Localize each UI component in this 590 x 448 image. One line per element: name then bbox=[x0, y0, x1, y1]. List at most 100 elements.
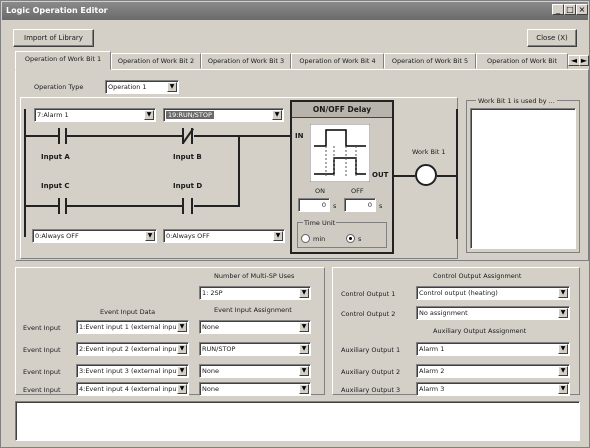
window-title: Logic Operation Editor bbox=[6, 6, 108, 15]
event-input-1-data-select[interactable]: 1:Event input 1 (external input) ▼ bbox=[76, 320, 189, 334]
time-unit-s-radio[interactable] bbox=[346, 234, 355, 243]
on-off-delay-title: ON/OFF Delay bbox=[292, 102, 392, 118]
right-power-rail bbox=[456, 109, 458, 239]
chevron-down-icon: ▼ bbox=[177, 366, 187, 376]
off-delay-input[interactable]: 0 bbox=[344, 198, 376, 212]
logic-operation-editor-window: Logic Operation Editor _ □ × Import of L… bbox=[0, 0, 590, 448]
auxiliary-output-3-label: Auxiliary Output 3 bbox=[341, 386, 401, 394]
input-a-label: Input A bbox=[41, 153, 70, 161]
chevron-down-icon: ▼ bbox=[299, 288, 309, 298]
time-unit-min-radio[interactable] bbox=[301, 234, 310, 243]
control-output-assignment-header: Control Output Assignment bbox=[433, 272, 522, 280]
minimize-button[interactable]: _ bbox=[552, 4, 564, 15]
auxiliary-output-assignment-header: Auxiliary Output Assignment bbox=[433, 327, 527, 335]
work-bit-used-by-label: Work Bit 1 is used by ... bbox=[476, 97, 557, 105]
tab-scroll-right-icon[interactable]: ► bbox=[579, 55, 589, 66]
chevron-down-icon: ▼ bbox=[177, 322, 187, 332]
event-input-2-assignment-select[interactable]: RUN/STOP ▼ bbox=[199, 342, 311, 356]
tab-work-bit-5[interactable]: Operation of Work Bit 5 bbox=[384, 53, 476, 69]
auxiliary-output-2-label: Auxiliary Output 2 bbox=[341, 368, 401, 376]
tab-work-bit-6[interactable]: Operation of Work Bit bbox=[476, 53, 568, 69]
event-input-4-assignment-select[interactable]: None ▼ bbox=[199, 382, 311, 396]
contact-c-right bbox=[65, 198, 67, 214]
output-wire-right bbox=[437, 175, 457, 177]
in-label: IN bbox=[295, 132, 304, 140]
chevron-down-icon: ▼ bbox=[558, 288, 568, 298]
off-label: OFF bbox=[351, 187, 364, 195]
rung-2-wire-c bbox=[194, 205, 239, 207]
out-label: OUT bbox=[372, 171, 389, 179]
chevron-down-icon: ▼ bbox=[558, 308, 568, 318]
chevron-down-icon: ▼ bbox=[177, 344, 187, 354]
message-area[interactable] bbox=[15, 401, 580, 441]
contact-c-left bbox=[58, 198, 60, 214]
chevron-down-icon: ▼ bbox=[299, 366, 309, 376]
on-label: ON bbox=[315, 187, 325, 195]
rung-1-wire-a bbox=[26, 135, 58, 137]
timing-chart-icon bbox=[310, 124, 370, 182]
multi-sp-select[interactable]: 1: 2SP ▼ bbox=[199, 286, 311, 300]
chevron-down-icon: ▼ bbox=[299, 384, 309, 394]
event-input-1-label: Event Input bbox=[23, 324, 61, 332]
tab-work-bit-4[interactable]: Operation of Work Bit 4 bbox=[291, 53, 384, 69]
chevron-down-icon: ▼ bbox=[144, 110, 154, 120]
output-wire-left bbox=[394, 175, 415, 177]
auxiliary-output-1-label: Auxiliary Output 1 bbox=[341, 346, 401, 354]
event-input-data-header: Event Input Data bbox=[100, 308, 156, 316]
input-b-select[interactable]: 19:RUN/STOP ▼ bbox=[163, 108, 284, 122]
time-unit-s-label: s bbox=[358, 235, 362, 243]
event-input-2-label: Event Input bbox=[23, 346, 61, 354]
chevron-down-icon: ▼ bbox=[177, 384, 187, 394]
multi-sp-label: Number of Multi-SP Uses bbox=[214, 272, 295, 280]
rung-1-wire-c bbox=[194, 135, 296, 137]
chevron-down-icon: ▼ bbox=[558, 384, 568, 394]
work-bit-used-by-list[interactable] bbox=[470, 108, 576, 249]
auxiliary-output-2-select[interactable]: Alarm 2 ▼ bbox=[416, 364, 570, 378]
chevron-down-icon: ▼ bbox=[272, 110, 282, 120]
input-c-label: Input C bbox=[41, 182, 70, 190]
input-a-select[interactable]: 7:Alarm 1 ▼ bbox=[34, 108, 156, 122]
control-output-2-label: Control Output 2 bbox=[341, 310, 396, 318]
chevron-down-icon: ▼ bbox=[558, 366, 568, 376]
chevron-down-icon: ▼ bbox=[299, 322, 309, 332]
event-input-4-data-select[interactable]: 4:Event input 4 (external input) ▼ bbox=[76, 382, 189, 396]
title-bar: Logic Operation Editor bbox=[2, 2, 588, 20]
event-input-2-data-select[interactable]: 2:Event input 2 (external input) ▼ bbox=[76, 342, 189, 356]
event-input-3-label: Event Input bbox=[23, 368, 61, 376]
close-window-button[interactable]: × bbox=[576, 4, 588, 15]
rung-1-wire-b bbox=[67, 135, 182, 137]
event-input-assignment-header: Event Input Assignment bbox=[214, 306, 292, 314]
rung-2-wire-a bbox=[26, 205, 58, 207]
contact-d-left bbox=[182, 198, 184, 214]
tab-work-bit-1[interactable]: Operation of Work Bit 1 bbox=[15, 51, 111, 70]
import-of-library-button[interactable]: Import of Library bbox=[13, 29, 94, 47]
off-unit-label: s bbox=[379, 202, 383, 210]
contact-a-right bbox=[65, 128, 67, 144]
chevron-down-icon: ▼ bbox=[167, 82, 177, 92]
auxiliary-output-3-select[interactable]: Alarm 3 ▼ bbox=[416, 382, 570, 396]
event-input-4-label: Event Input bbox=[23, 386, 61, 394]
tab-work-bit-3[interactable]: Operation of Work Bit 3 bbox=[201, 53, 291, 69]
on-delay-input[interactable]: 0 bbox=[298, 198, 330, 212]
event-input-3-assignment-select[interactable]: None ▼ bbox=[199, 364, 311, 378]
event-input-3-data-select[interactable]: 3:Event input 3 (external input) ▼ bbox=[76, 364, 189, 378]
operation-type-label: Operation Type bbox=[34, 83, 84, 91]
input-d-select[interactable]: 0:Always OFF ▼ bbox=[163, 229, 285, 243]
chevron-down-icon: ▼ bbox=[145, 231, 155, 241]
input-c-select[interactable]: 0:Always OFF ▼ bbox=[32, 229, 157, 243]
operation-type-select[interactable]: Operation 1 ▼ bbox=[105, 80, 179, 94]
close-button[interactable]: Close (X) bbox=[527, 29, 577, 47]
control-output-2-select[interactable]: No assignment ▼ bbox=[416, 306, 570, 320]
chevron-down-icon: ▼ bbox=[299, 344, 309, 354]
time-unit-label: Time Unit bbox=[303, 219, 337, 227]
maximize-button[interactable]: □ bbox=[564, 4, 576, 15]
left-power-rail bbox=[24, 109, 26, 237]
work-bit-label: Work Bit 1 bbox=[412, 148, 446, 156]
control-output-1-select[interactable]: Control output (heating) ▼ bbox=[416, 286, 570, 300]
control-output-1-label: Control Output 1 bbox=[341, 290, 396, 298]
rung-2-wire-b bbox=[67, 205, 182, 207]
auxiliary-output-1-select[interactable]: Alarm 1 ▼ bbox=[416, 342, 570, 356]
event-input-1-assignment-select[interactable]: None ▼ bbox=[199, 320, 311, 334]
work-bit-coil-icon bbox=[415, 164, 437, 186]
tab-work-bit-2[interactable]: Operation of Work Bit 2 bbox=[111, 53, 201, 69]
